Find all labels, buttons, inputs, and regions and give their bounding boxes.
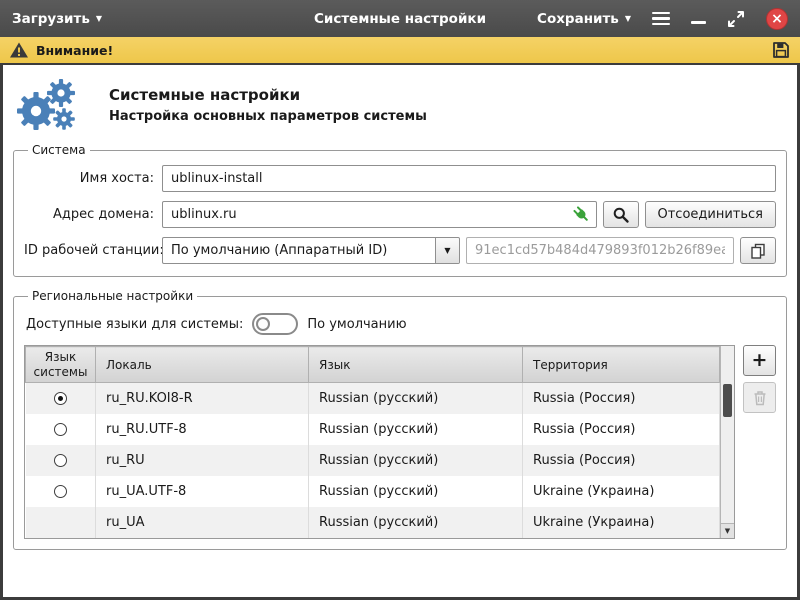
titlebar-left: Загрузить ▼	[12, 11, 102, 27]
available-languages-row: Доступные языки для системы: По умолчани…	[26, 313, 776, 335]
warning-icon	[9, 41, 29, 59]
cell-territory: Ukraine (Украина)	[523, 476, 720, 507]
cell-language: Russian (русский)	[309, 445, 523, 476]
copy-id-button[interactable]	[740, 237, 776, 264]
save-menu-label: Сохранить	[537, 11, 619, 27]
station-id-selected-option: По умолчанию (Аппаратный ID)	[163, 243, 435, 258]
table-header-row: Язык системы Локаль Язык Территория	[26, 347, 720, 383]
hostname-row: Имя хоста:	[24, 165, 776, 192]
domain-row: Адрес домена:	[24, 201, 776, 228]
scrollbar-thumb[interactable]	[723, 384, 732, 417]
station-id-combobox[interactable]: По умолчанию (Аппаратный ID) ▼	[162, 237, 460, 264]
languages-toggle[interactable]	[252, 313, 298, 335]
domain-label: Адрес домена:	[24, 207, 154, 222]
column-header-territory: Территория	[523, 347, 720, 383]
toggle-knob-icon	[256, 317, 270, 331]
close-icon: ×	[771, 12, 783, 26]
column-header-system-language: Язык системы	[26, 347, 96, 383]
disconnect-button[interactable]: Отсоединиться	[645, 201, 777, 228]
trash-icon	[751, 389, 769, 407]
cell-territory: Ukraine (Украина)	[523, 507, 720, 538]
chevron-down-icon: ▼	[625, 15, 631, 23]
available-languages-label: Доступные языки для системы:	[26, 317, 243, 332]
column-header-language: Язык	[309, 347, 523, 383]
station-id-label: ID рабочей станции:	[24, 243, 154, 258]
main-content: Системные настройки Настройка основных п…	[3, 65, 797, 597]
hamburger-icon	[652, 12, 670, 26]
cell-language: Russian (русский)	[309, 507, 523, 538]
hostname-input[interactable]	[162, 165, 776, 192]
delete-locale-button[interactable]	[743, 382, 776, 413]
page-header: Системные настройки Настройка основных п…	[3, 65, 797, 141]
save-config-button[interactable]	[771, 40, 791, 60]
maximize-icon	[727, 10, 745, 28]
table-row[interactable]: ru_UA Russian (русский) Ukraine (Украина…	[26, 507, 720, 538]
system-language-radio[interactable]	[54, 485, 67, 498]
main-menu-button[interactable]	[652, 12, 670, 26]
warning-text: Внимание!	[36, 43, 113, 58]
titlebar-right: Сохранить ▼ ×	[537, 8, 788, 30]
minimize-icon	[691, 21, 706, 24]
system-language-radio[interactable]	[54, 454, 67, 467]
floppy-save-icon	[771, 40, 791, 60]
cell-language: Russian (русский)	[309, 383, 523, 414]
cell-territory: Russia (Россия)	[523, 445, 720, 476]
load-menu-button[interactable]: Загрузить ▼	[12, 11, 102, 27]
regional-group-legend: Региональные настройки	[28, 289, 197, 303]
load-menu-label: Загрузить	[12, 11, 90, 27]
cell-locale: ru_RU.UTF-8	[96, 414, 309, 445]
table-row[interactable]: ru_UA.UTF-8 Russian (русский) Ukraine (У…	[26, 476, 720, 507]
chevron-down-icon: ▼	[725, 527, 730, 535]
search-icon	[612, 206, 630, 224]
domain-input[interactable]	[162, 201, 597, 228]
warning-bar: Внимание!	[0, 37, 800, 65]
table-row[interactable]: ru_RU Russian (русский) Russia (Россия)	[26, 445, 720, 476]
cell-language: Russian (русский)	[309, 414, 523, 445]
page-title: Системные настройки	[109, 86, 427, 104]
close-button[interactable]: ×	[766, 8, 788, 30]
domain-input-wrap	[162, 201, 597, 228]
titlebar: Загрузить ▼ Системные настройки Сохранит…	[0, 0, 800, 37]
domain-search-button[interactable]	[603, 201, 639, 228]
cell-territory: Russia (Россия)	[523, 414, 720, 445]
maximize-button[interactable]	[727, 10, 745, 28]
page-subtitle: Настройка основных параметров системы	[109, 109, 427, 124]
system-group: Система Имя хоста: Адрес домена:	[13, 143, 787, 277]
copy-icon	[749, 242, 767, 260]
page-header-text: Системные настройки Настройка основных п…	[109, 86, 427, 124]
cell-locale: ru_RU.KOI8-R	[96, 383, 309, 414]
cell-territory: Russia (Россия)	[523, 383, 720, 414]
system-group-legend: Система	[28, 143, 90, 157]
toggle-state-label: По умолчанию	[307, 317, 406, 332]
table-side-buttons: +	[743, 345, 776, 413]
system-language-radio[interactable]	[54, 423, 67, 436]
cell-locale: ru_RU	[96, 445, 309, 476]
plus-icon: +	[752, 351, 768, 370]
table-row[interactable]: ru_RU.UTF-8 Russian (русский) Russia (Ро…	[26, 414, 720, 445]
plug-connected-icon	[572, 205, 591, 228]
gears-icon	[15, 78, 77, 132]
scroll-down-button[interactable]: ▼	[721, 523, 734, 538]
cell-locale: ru_UA	[96, 507, 309, 538]
chevron-down-icon: ▼	[435, 238, 459, 263]
chevron-down-icon: ▼	[96, 15, 102, 23]
table-row[interactable]: ru_RU.KOI8-R Russian (русский) Russia (Р…	[26, 383, 720, 414]
station-id-row: ID рабочей станции: По умолчанию (Аппара…	[24, 237, 776, 264]
hostname-label: Имя хоста:	[24, 171, 154, 186]
hardware-id-field[interactable]	[466, 237, 734, 264]
column-header-locale: Локаль	[96, 347, 309, 383]
locale-table: Язык системы Локаль Язык Территория ru_R…	[25, 346, 720, 538]
add-locale-button[interactable]: +	[743, 345, 776, 376]
locale-table-zone: Язык системы Локаль Язык Территория ru_R…	[24, 345, 776, 539]
minimize-button[interactable]	[691, 14, 706, 24]
system-language-radio[interactable]	[54, 392, 67, 405]
vertical-scrollbar[interactable]: ▼	[720, 346, 734, 538]
regional-group: Региональные настройки Доступные языки д…	[13, 289, 787, 550]
cell-language: Russian (русский)	[309, 476, 523, 507]
save-menu-button[interactable]: Сохранить ▼	[537, 11, 631, 27]
locale-table-container: Язык системы Локаль Язык Территория ru_R…	[24, 345, 735, 539]
app-window: Загрузить ▼ Системные настройки Сохранит…	[0, 0, 800, 600]
cell-locale: ru_UA.UTF-8	[96, 476, 309, 507]
